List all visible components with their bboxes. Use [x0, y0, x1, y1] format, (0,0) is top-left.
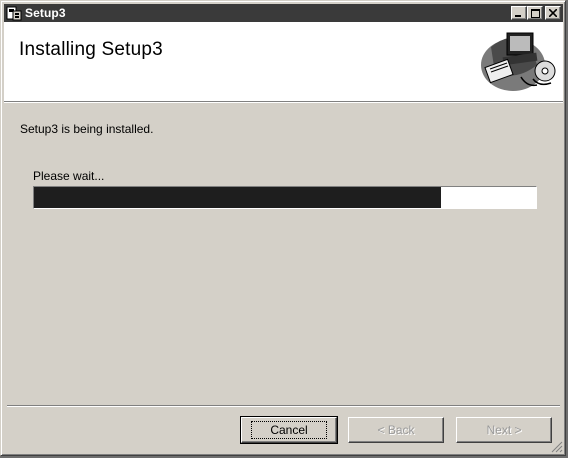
window-controls: [511, 6, 561, 20]
wizard-header: Installing Setup3: [4, 22, 563, 103]
page-title: Installing Setup3: [19, 39, 163, 60]
setup-window: Setup3 Installing Setup3 Setup3 is being…: [0, 0, 566, 456]
cancel-button[interactable]: Cancel: [240, 416, 338, 444]
close-icon: [549, 9, 557, 17]
next-button[interactable]: Next >: [456, 417, 552, 443]
back-button[interactable]: < Back: [348, 417, 444, 443]
resize-grip-icon[interactable]: [551, 441, 563, 453]
progress-bar-fill: [34, 187, 441, 208]
installer-app-icon: [6, 6, 22, 21]
minimize-icon: [515, 15, 521, 17]
computer-with-disc-icon: [481, 32, 556, 91]
back-button-label: < Back: [377, 423, 415, 437]
title-bar[interactable]: Setup3: [4, 4, 563, 22]
close-button[interactable]: [545, 6, 561, 20]
window-title: Setup3: [25, 6, 66, 20]
next-button-label: Next >: [486, 423, 522, 437]
install-progress-bar: [33, 186, 537, 209]
maximize-icon: [530, 8, 540, 18]
please-wait-label: Please wait...: [33, 169, 105, 183]
maximize-button[interactable]: [527, 6, 543, 20]
cancel-button-label: Cancel: [251, 421, 327, 439]
minimize-button[interactable]: [511, 6, 527, 20]
install-status-text: Setup3 is being installed.: [20, 122, 154, 136]
footer-divider: [7, 405, 560, 407]
